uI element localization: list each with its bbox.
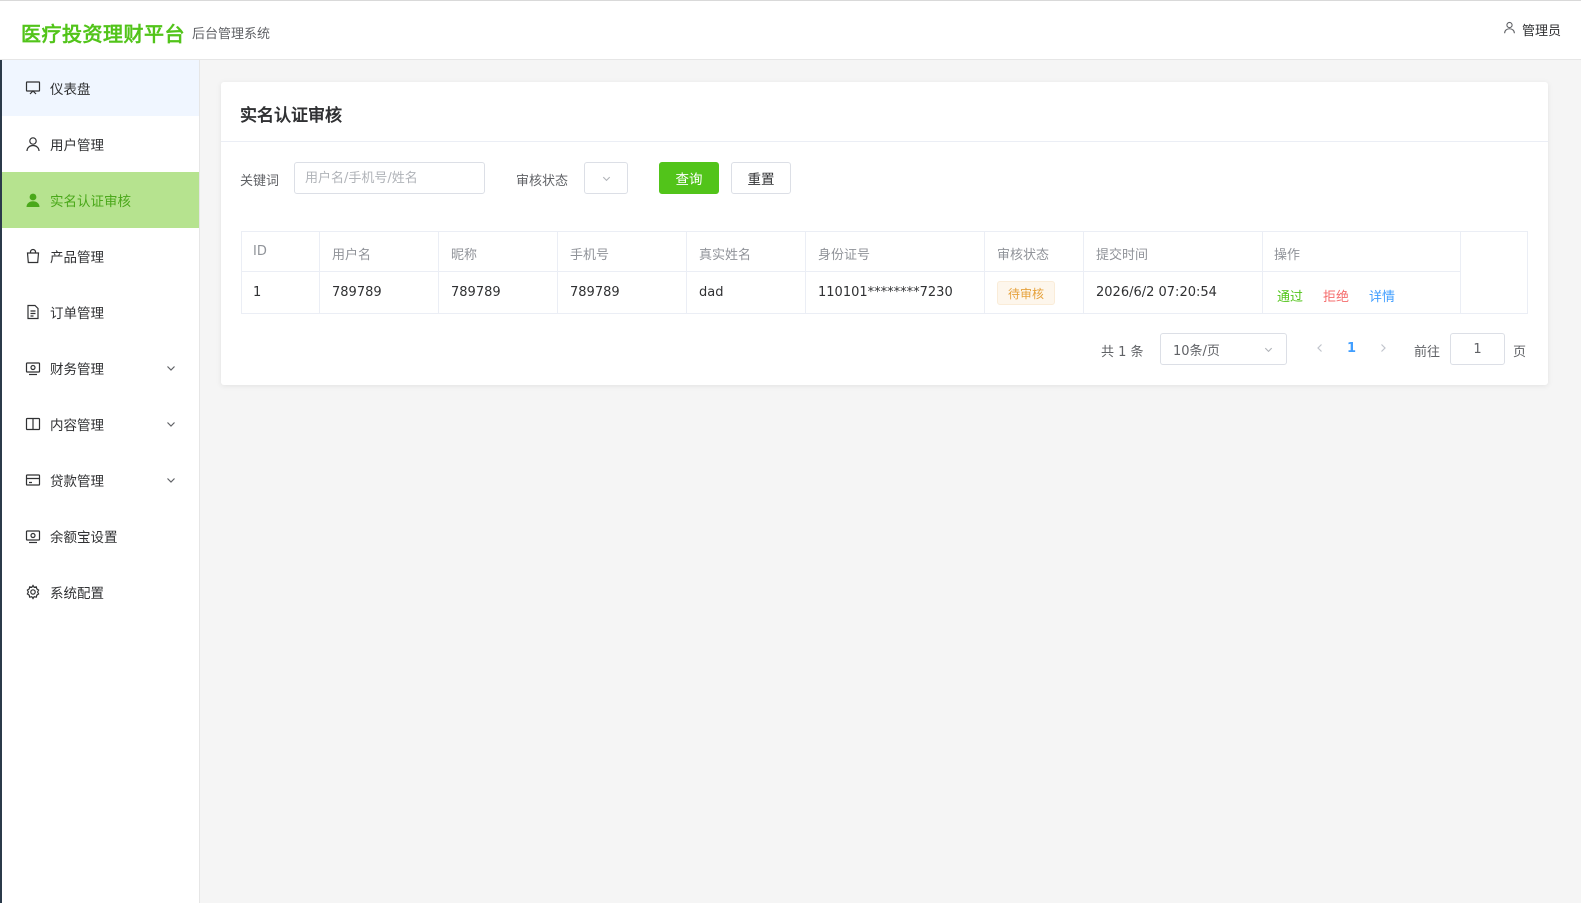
wallet-icon <box>24 359 42 377</box>
reset-button[interactable]: 重置 <box>731 162 791 194</box>
goto-label: 前往 <box>1414 345 1441 360</box>
document-icon <box>24 303 42 321</box>
monitor-icon <box>24 79 42 97</box>
query-button[interactable]: 查询 <box>659 162 719 194</box>
sidebar-item-products[interactable]: 产品管理 <box>2 228 199 284</box>
column-header-nickname: 昵称 <box>451 248 478 263</box>
column-divider <box>319 232 320 314</box>
sidebar-item-orders[interactable]: 订单管理 <box>2 284 199 340</box>
column-header-real-name: 真实姓名 <box>699 248 752 263</box>
user-menu[interactable]: 管理员 <box>1503 20 1561 39</box>
column-header-submitted-at: 提交时间 <box>1096 248 1149 263</box>
column-divider <box>438 232 439 314</box>
verification-table: ID 用户名 昵称 手机号 真实姓名 身份证号 审核状态 提交时间 操作 1 7… <box>241 231 1528 314</box>
user-filled-icon <box>24 191 42 209</box>
credit-card-icon <box>24 471 42 489</box>
goto-page-input[interactable]: 1 <box>1450 333 1505 365</box>
keyword-search-input[interactable] <box>294 162 485 194</box>
app-logo[interactable]: 医疗投资理财平台 <box>21 18 185 47</box>
column-divider <box>1083 232 1084 314</box>
chevron-down-icon <box>1264 347 1273 353</box>
column-divider <box>1460 232 1461 314</box>
cell-username: 789789 <box>332 285 382 300</box>
app-subtitle: 后台管理系统 <box>192 27 271 42</box>
wallet-icon <box>24 527 42 545</box>
top-header: 医疗投资理财平台 后台管理系统 管理员 <box>0 0 1581 60</box>
sidebar-item-finance[interactable]: 财务管理 <box>2 340 199 396</box>
sidebar-item-loans[interactable]: 贷款管理 <box>2 452 199 508</box>
cell-phone: 789789 <box>570 285 620 300</box>
user-icon <box>1503 21 1516 38</box>
verification-card: 实名认证审核 关键词 审核状态 查询 重置 ID 用户名 昵称 手机号 真实姓名… <box>221 82 1548 385</box>
sidebar-item-label: 财务管理 <box>50 362 104 378</box>
cell-id-number: 110101********7230 <box>818 285 953 300</box>
column-divider <box>686 232 687 314</box>
column-header-id: ID <box>253 244 267 259</box>
cell-nickname: 789789 <box>451 285 501 300</box>
card-divider <box>221 141 1548 142</box>
status-filter-label: 审核状态 <box>516 174 569 189</box>
cell-submitted-at: 2026/6/2 07:20:54 <box>1096 285 1217 300</box>
page-number-current[interactable]: 1 <box>1347 341 1356 356</box>
chevron-down-icon <box>602 176 610 181</box>
status-badge: 待审核 <box>997 281 1056 305</box>
sidebar-item-system-config[interactable]: 系统配置 <box>2 564 199 620</box>
pagination-total: 共 1 条 <box>1101 345 1144 360</box>
sidebar-item-dashboard[interactable]: 仪表盘 <box>2 60 199 116</box>
page-title: 实名认证审核 <box>240 106 342 126</box>
chevron-down-icon <box>167 422 175 427</box>
reject-link[interactable]: 拒绝 <box>1323 286 1349 305</box>
user-name: 管理员 <box>1521 24 1561 39</box>
chevron-left-icon[interactable] <box>1313 341 1327 355</box>
table-header-divider <box>242 271 1461 272</box>
page-unit-label: 页 <box>1513 345 1527 360</box>
book-icon <box>24 415 42 433</box>
column-header-actions: 操作 <box>1274 248 1301 263</box>
column-header-phone: 手机号 <box>570 248 610 263</box>
page-size-value: 10条/页 <box>1173 343 1220 359</box>
sidebar-item-content[interactable]: 内容管理 <box>2 396 199 452</box>
sidebar-item-yuebao-settings[interactable]: 余额宝设置 <box>2 508 199 564</box>
detail-link[interactable]: 详情 <box>1369 286 1395 305</box>
page-size-select[interactable]: 10条/页 <box>1160 333 1287 365</box>
sidebar-item-label: 贷款管理 <box>50 474 104 490</box>
chevron-down-icon <box>167 366 175 371</box>
gear-icon <box>24 583 42 601</box>
keyword-label: 关键词 <box>240 174 280 189</box>
cell-id: 1 <box>253 285 262 300</box>
sidebar-item-realname-verification[interactable]: 实名认证审核 <box>2 172 199 228</box>
sidebar-item-label: 内容管理 <box>50 418 104 434</box>
column-divider <box>984 232 985 314</box>
sidebar-item-users[interactable]: 用户管理 <box>2 116 199 172</box>
column-divider <box>1262 232 1263 314</box>
sidebar-item-label: 余额宝设置 <box>50 530 118 546</box>
shopping-bag-icon <box>24 247 42 265</box>
sidebar: 仪表盘 用户管理 实名认证审核 产品管理 订单管理 财务管理 内容管理 贷款管理… <box>0 60 200 903</box>
chevron-right-icon[interactable] <box>1376 341 1390 355</box>
sidebar-item-label: 仪表盘 <box>50 82 91 98</box>
sidebar-item-label: 产品管理 <box>50 250 104 266</box>
user-icon <box>24 135 42 153</box>
cell-real-name: dad <box>699 285 724 300</box>
column-header-id-number: 身份证号 <box>818 248 871 263</box>
column-divider <box>557 232 558 314</box>
status-filter-select[interactable] <box>584 162 628 194</box>
column-header-username: 用户名 <box>332 248 372 263</box>
column-header-status: 审核状态 <box>997 248 1050 263</box>
sidebar-item-label: 用户管理 <box>50 138 104 154</box>
sidebar-item-label: 订单管理 <box>50 306 104 322</box>
sidebar-item-label: 系统配置 <box>50 586 104 602</box>
sidebar-item-label: 实名认证审核 <box>50 194 131 210</box>
approve-link[interactable]: 通过 <box>1277 286 1303 305</box>
column-divider <box>805 232 806 314</box>
chevron-down-icon <box>167 478 175 483</box>
